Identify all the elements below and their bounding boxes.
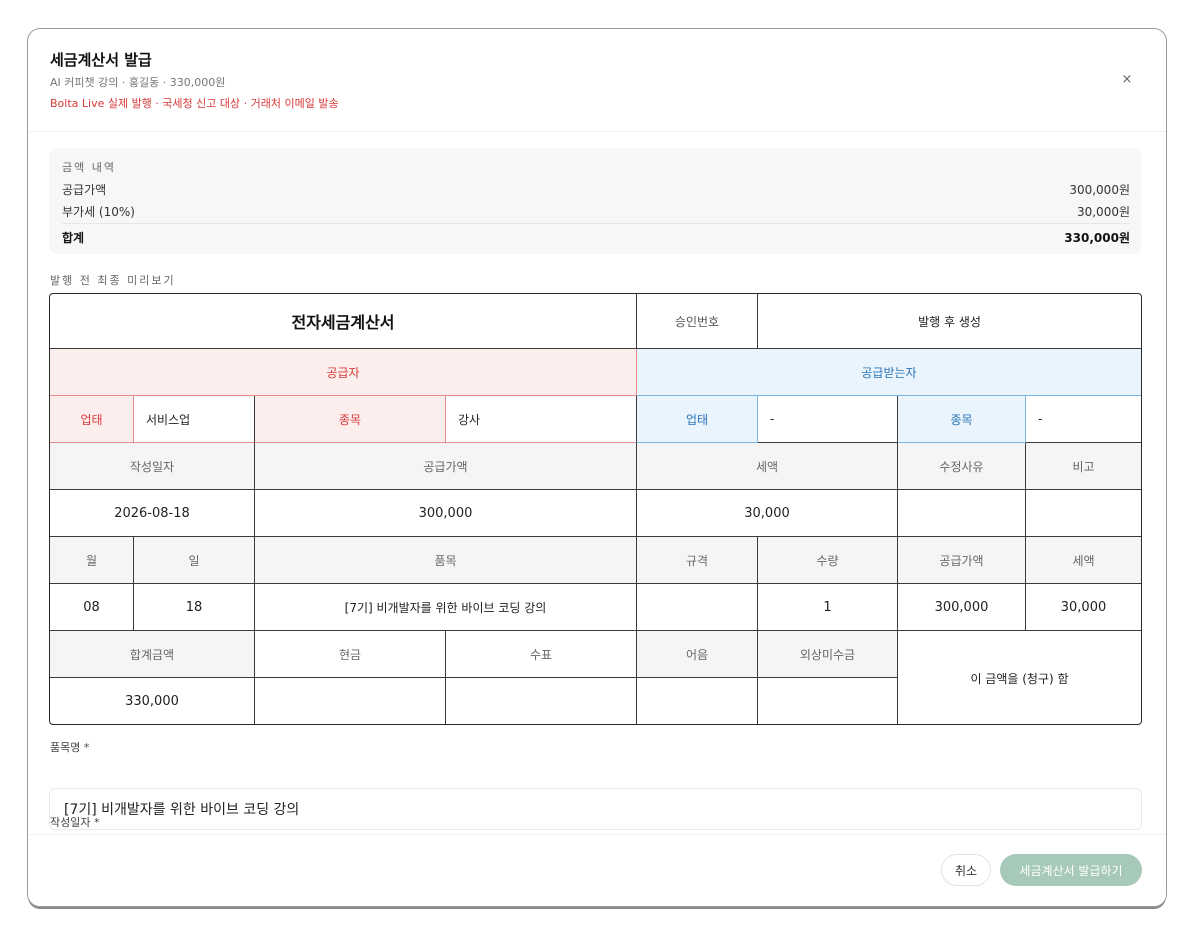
vat-label: 부가세 (10%) (62, 205, 135, 219)
issue-invoice-button[interactable]: 세금계산서 발급하기 (1000, 854, 1142, 886)
payment-bill-value (637, 678, 758, 724)
approval-number-value: 발행 후 생성 (758, 294, 1141, 349)
item-name-header: 품목 (255, 537, 637, 584)
dialog-header: 세금계산서 발급 AI 커피챗 강의 · 홍길동 · 330,000원 Bolt… (28, 29, 1166, 132)
payment-cash-value (255, 678, 446, 724)
payment-check-header: 수표 (446, 631, 637, 678)
payment-total-value: 330,000 (50, 678, 255, 724)
item-tax-header: 세액 (1026, 537, 1141, 584)
item-name-value: [7기] 비개발자를 위한 바이브 코딩 강의 (255, 584, 637, 631)
payment-total-header: 합계금액 (50, 631, 255, 678)
summary-note-value (1026, 490, 1141, 537)
summary-supply-value: 300,000 (255, 490, 637, 537)
item-name-input[interactable]: [7기] 비개발자를 위한 바이브 코딩 강의 (49, 788, 1142, 830)
live-issue-warning: Bolta Live 실제 발행 · 국세청 신고 대상 · 거래처 이메일 발… (50, 97, 339, 110)
total-label: 합계 (62, 231, 85, 245)
summary-tax-header: 세액 (637, 443, 898, 490)
invoice-title: 전자세금계산서 (50, 294, 637, 349)
item-spec-header: 규격 (637, 537, 758, 584)
summary-supply-header: 공급가액 (255, 443, 637, 490)
payment-check-value (446, 678, 637, 724)
claim-statement: 이 금액을 (청구) 함 (970, 671, 1069, 686)
supply-amount-value: 300,000원 (1069, 183, 1130, 197)
close-icon[interactable]: × (1120, 73, 1134, 87)
supplier-header: 공급자 (50, 349, 637, 396)
item-name-field-label: 품목명 * (50, 741, 90, 754)
item-month-value: 08 (50, 584, 134, 631)
total-value: 330,000원 (1064, 231, 1130, 245)
buyer-header: 공급받는자 (637, 349, 1141, 396)
supplier-biz-type-label: 업태 (50, 396, 134, 443)
item-supply-header: 공급가액 (898, 537, 1026, 584)
supply-amount-label: 공급가액 (62, 183, 107, 197)
vat-value: 30,000원 (1076, 205, 1130, 219)
summary-date-value: 2026-08-18 (50, 490, 255, 537)
amount-heading: 금액 내역 (62, 161, 116, 174)
buyer-biz-type-value: - (758, 396, 898, 443)
amount-summary: 금액 내역 공급가액 300,000원 부가세 (10%) 30,000원 합계… (49, 148, 1142, 254)
supplier-biz-type-value: 서비스업 (134, 396, 255, 443)
supplier-item-label: 종목 (255, 396, 446, 443)
item-tax-value: 30,000 (1026, 584, 1141, 631)
item-day-header: 일 (134, 537, 255, 584)
cancel-button[interactable]: 취소 (941, 854, 991, 886)
item-supply-value: 300,000 (898, 584, 1026, 631)
summary-reason-header: 수정사유 (898, 443, 1026, 490)
summary-date-header: 작성일자 (50, 443, 255, 490)
amount-divider (62, 223, 1130, 224)
payment-cash-header: 현금 (255, 631, 446, 678)
dialog-subtitle: AI 커피챗 강의 · 홍길동 · 330,000원 (50, 76, 226, 89)
dialog-footer: 취소 세금계산서 발급하기 (28, 834, 1166, 906)
payment-credit-header: 외상미수금 (758, 631, 898, 678)
preview-label: 발행 전 최종 미리보기 (50, 274, 176, 287)
summary-reason-value (898, 490, 1026, 537)
buyer-biz-type-label: 업태 (637, 396, 758, 443)
invoice-preview: 전자세금계산서 승인번호 발행 후 생성 공급자 공급받는자 업태 서비스업 종… (49, 293, 1142, 725)
item-qty-value: 1 (758, 584, 898, 631)
tax-invoice-dialog: 세금계산서 발급 AI 커피챗 강의 · 홍길동 · 330,000원 Bolt… (28, 29, 1166, 906)
dialog-body[interactable]: 금액 내역 공급가액 300,000원 부가세 (10%) 30,000원 합계… (28, 133, 1166, 834)
item-spec-value (637, 584, 758, 631)
issue-date-field-label: 작성일자 * (50, 816, 100, 829)
buyer-item-value: - (1026, 396, 1141, 443)
buyer-item-label: 종목 (898, 396, 1026, 443)
summary-tax-value: 30,000 (637, 490, 898, 537)
summary-note-header: 비고 (1026, 443, 1141, 490)
item-month-header: 월 (50, 537, 134, 584)
dialog-title: 세금계산서 발급 (50, 51, 152, 69)
approval-number-label: 승인번호 (637, 294, 758, 349)
item-qty-header: 수량 (758, 537, 898, 584)
payment-bill-header: 어음 (637, 631, 758, 678)
payment-credit-value (758, 678, 898, 724)
item-day-value: 18 (134, 584, 255, 631)
supplier-item-value: 강사 (446, 396, 637, 443)
